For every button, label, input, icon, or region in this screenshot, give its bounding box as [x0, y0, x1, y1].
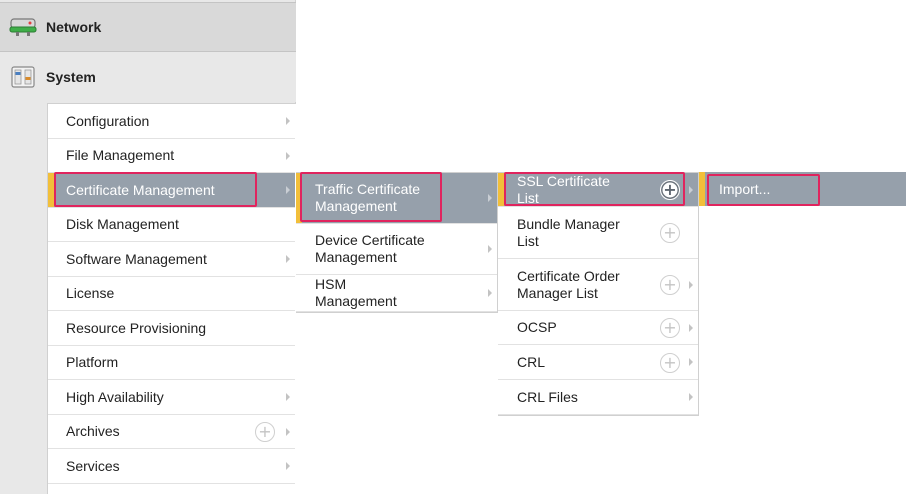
menu-item-label: Disk Management [66, 216, 179, 232]
nav-system-label: System [46, 69, 96, 85]
menu-item-label: Services [66, 457, 120, 474]
chevron-right-icon [689, 323, 693, 332]
menu-item-label: Resource Provisioning [66, 319, 207, 336]
chevron-right-icon [286, 186, 290, 194]
menu-item-label: Platform [66, 354, 119, 370]
plus-circle-icon[interactable]: + [660, 223, 680, 243]
menu-item-ocsp[interactable]: OCSP + [498, 311, 698, 345]
menu-item-services[interactable]: Services [48, 449, 295, 484]
chevron-right-icon [286, 151, 290, 160]
menu-item-label: OCSP [517, 319, 557, 335]
certificate-management-submenu: Traffic Certificate Management Device Cer… [296, 172, 498, 313]
chevron-right-icon [488, 194, 492, 202]
menu-item-label: Software Management [66, 250, 207, 267]
menu-item-label: License [66, 285, 115, 301]
menu-item-configuration[interactable]: Configuration [48, 104, 295, 139]
menu-item-archives[interactable]: Archives + [48, 415, 295, 449]
menu-item-certificate-order-manager-list[interactable]: Certificate Order Manager List + [498, 259, 698, 311]
menu-item-platform[interactable]: Platform [48, 346, 295, 380]
menu-item-hsm-management[interactable]: HSM Management [296, 275, 497, 312]
nav-item-network[interactable]: Network [0, 2, 296, 52]
menu-item-resource-provisioning[interactable]: Resource Provisioning [48, 311, 295, 346]
menu-item-label: High Availability [66, 388, 164, 405]
menu-item-software-management[interactable]: Software Management [48, 242, 295, 277]
chevron-right-icon [689, 393, 693, 401]
menu-item-device-certificate-management[interactable]: Device Certificate Management [296, 224, 497, 275]
menu-item-label: HSM Management [315, 276, 397, 309]
menu-item-label: Traffic Certificate Management [315, 181, 421, 214]
nav-item-system[interactable]: System [0, 52, 296, 102]
nav-network-label: Network [46, 19, 102, 35]
chevron-right-icon [286, 117, 290, 125]
menu-item-import[interactable]: Import... [699, 172, 906, 206]
chevron-right-icon [488, 289, 492, 297]
menu-item-label: Bundle Manager List [517, 215, 620, 249]
system-submenu: Configuration File Management Certificate … [47, 103, 296, 494]
chevron-right-icon [689, 280, 693, 289]
network-icon [6, 15, 40, 39]
plus-circle-icon[interactable]: + [255, 422, 275, 442]
menu-item-crl-files[interactable]: CRL Files [498, 380, 698, 415]
menu-item-license[interactable]: License [48, 277, 295, 311]
menu-item-label: Certificate Order Manager List [517, 267, 620, 301]
chevron-right-icon [286, 393, 290, 401]
menu-item-traffic-certificate-management[interactable]: Traffic Certificate Management [296, 173, 497, 224]
chevron-right-icon [488, 245, 492, 253]
menu-item-disk-management[interactable]: Disk Management [48, 208, 295, 242]
menu-item-bundle-manager-list[interactable]: Bundle Manager List + [498, 207, 698, 259]
menu-item-high-availability[interactable]: High Availability [48, 380, 295, 415]
chevron-right-icon [286, 255, 290, 263]
menu-item-crl[interactable]: CRL + [498, 345, 698, 380]
menu-item-label: Certificate Management [66, 181, 215, 198]
menu-item-label: Import... [719, 180, 771, 197]
plus-circle-icon[interactable]: + [660, 275, 680, 295]
menu-item-label: CRL [517, 353, 546, 370]
plus-circle-icon[interactable]: + [660, 180, 680, 200]
menu-item-label: Configuration [66, 112, 150, 129]
chevron-right-icon [286, 462, 290, 470]
chevron-right-icon [689, 358, 693, 366]
ssl-certificate-list-submenu: Import... [699, 172, 906, 206]
menu-item-ssl-certificate-list[interactable]: SSL Certificate List + [498, 173, 698, 207]
menu-item-label: Device Certificate Management [315, 232, 425, 265]
menu-item-label: Archives [66, 423, 120, 439]
plus-circle-icon[interactable]: + [660, 318, 680, 338]
menu-item-label: SSL Certificate List [517, 172, 610, 206]
plus-circle-icon[interactable]: + [660, 352, 680, 373]
traffic-certificate-submenu: SSL Certificate List + Bundle Manager List… [498, 172, 699, 416]
system-icon [6, 65, 40, 89]
menu-item-label: CRL Files [517, 388, 578, 405]
menu-item-certificate-management[interactable]: Certificate Management [48, 173, 295, 208]
chevron-right-icon [286, 427, 290, 436]
chevron-right-icon [689, 185, 693, 194]
menu-item-label: File Management [66, 147, 175, 163]
menu-item-file-management[interactable]: File Management [48, 139, 295, 173]
